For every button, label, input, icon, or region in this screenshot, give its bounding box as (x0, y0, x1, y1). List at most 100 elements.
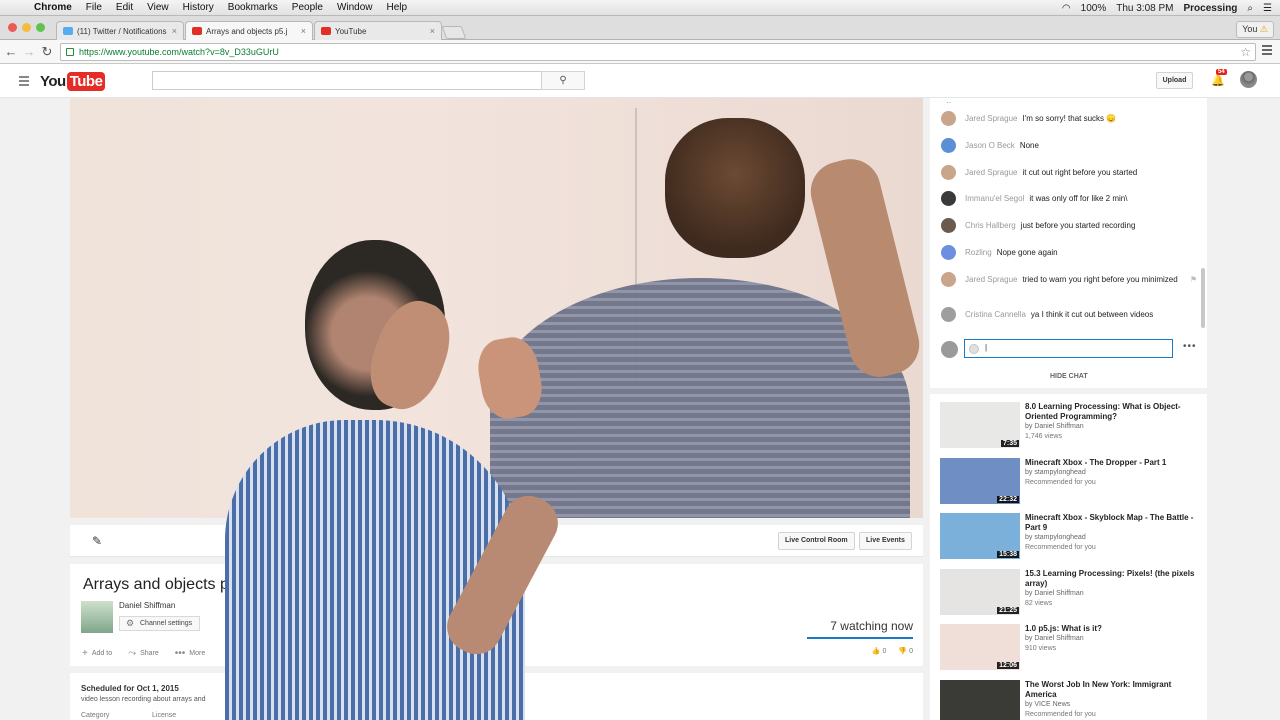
menu-file[interactable]: File (86, 2, 102, 13)
close-window-button[interactable] (8, 23, 17, 32)
tab-arrays-objects[interactable]: Arrays and objects p5.j × (185, 21, 313, 41)
related-video-item[interactable]: The Worst Job In New York: Immigrant Ame… (940, 679, 1203, 720)
chat-author-name[interactable]: Jared Sprague (965, 114, 1017, 123)
chat-author-name[interactable]: Jared Sprague (965, 275, 1017, 284)
notifications-bell-icon[interactable]: 🔔 54 (1211, 69, 1227, 87)
chat-author-avatar[interactable] (941, 272, 956, 287)
live-events-button[interactable]: Live Events (859, 532, 912, 550)
zoom-window-button[interactable] (36, 23, 45, 32)
minimize-window-button[interactable] (22, 23, 31, 32)
chat-author-name[interactable]: Chris Hallberg (965, 221, 1016, 230)
chat-author-name[interactable]: Jared Sprague (965, 168, 1017, 177)
menu-view[interactable]: View (147, 2, 169, 13)
chat-message-body: Jared Sprague tried to warn you right bef… (965, 274, 1178, 287)
edit-pencil-icon[interactable]: ✎ (92, 534, 102, 548)
video-thumbnail[interactable] (940, 679, 1020, 720)
add-to-button[interactable]: + Add to (82, 648, 112, 659)
related-video-channel: by Daniel Shiffman (1025, 423, 1084, 430)
chrome-menu-icon[interactable] (1262, 45, 1272, 57)
video-thumbnail[interactable]: 22:32 (940, 457, 1020, 504)
chat-author-name[interactable]: Cristina Cannella (965, 310, 1026, 319)
search-input[interactable] (152, 71, 542, 90)
clock[interactable]: Thu 3:08 PM (1116, 3, 1173, 14)
share-button[interactable]: ⤳ Share (128, 648, 159, 659)
spotlight-icon[interactable]: ⌕ (1247, 3, 1253, 14)
close-tab-icon[interactable]: × (172, 26, 177, 36)
flag-icon[interactable]: ⚑ (1190, 274, 1197, 285)
related-video-channel: by Daniel Shiffman (1025, 635, 1084, 642)
menu-edit[interactable]: Edit (116, 2, 133, 13)
forward-button[interactable]: → (22, 44, 36, 60)
video-thumbnail[interactable]: 7:35 (940, 402, 1020, 448)
related-video-item[interactable]: 22:32 Minecraft Xbox - The Dropper - Part… (940, 457, 1203, 504)
upload-button[interactable]: Upload (1156, 72, 1193, 89)
menu-history[interactable]: History (183, 2, 214, 13)
new-tab-button[interactable] (441, 26, 467, 39)
chat-more-icon[interactable]: ••• (1183, 341, 1197, 352)
tab-twitter[interactable]: (11) Twitter / Notifications × (56, 21, 184, 40)
thumbs-down-icon: 👎 (898, 648, 908, 655)
address-bar[interactable]: https://www.youtube.com/watch?v=8v_D33uG… (60, 43, 1256, 61)
video-thumbnail[interactable]: 15:38 (940, 513, 1020, 559)
related-video-item[interactable]: 21:25 15.3 Learning Processing: Pixels! (… (940, 568, 1203, 615)
more-button[interactable]: ••• More (175, 648, 205, 659)
related-video-title[interactable]: 15.3 Learning Processing: Pixels! (the p… (1025, 569, 1203, 589)
menu-people[interactable]: People (292, 2, 323, 13)
chat-author-avatar[interactable] (941, 245, 956, 260)
related-video-title[interactable]: 1.0 p5.js: What is it? (1025, 624, 1203, 634)
youtube-header: You Tube ⚲ Upload 🔔 54 (0, 64, 1280, 98)
chat-message-text: just before you started recording (1020, 221, 1136, 230)
channel-settings-button[interactable]: ⚙ Channel settings (119, 616, 201, 631)
related-video-item[interactable]: 12:06 1.0 p5.js: What is it? by Daniel Shi… (940, 624, 1202, 670)
chat-author-avatar[interactable] (941, 165, 956, 180)
search-button[interactable]: ⚲ (541, 71, 585, 90)
reload-button[interactable]: ↻ (40, 44, 54, 60)
related-video-item[interactable]: 7:35 8.0 Learning Processing: What is Obj… (940, 402, 1202, 448)
chat-input[interactable]: | (964, 339, 1173, 358)
youtube-logo[interactable]: You Tube (40, 72, 106, 91)
related-video-title[interactable]: The Worst Job In New York: Immigrant Ame… (1025, 680, 1203, 700)
related-video-item[interactable]: 15:38 Minecraft Xbox - Skyblock Map - The… (940, 513, 1202, 559)
menu-chrome[interactable]: Chrome (34, 2, 72, 13)
plus-icon: + (82, 648, 88, 659)
channel-name[interactable]: Daniel Shiffman (119, 601, 175, 610)
hide-chat-button[interactable]: HIDE CHAT (1050, 373, 1088, 380)
thumbs-up-icon: 👍 (871, 648, 881, 655)
close-tab-icon[interactable]: × (301, 26, 306, 36)
chat-author-avatar[interactable] (941, 138, 956, 153)
related-video-title[interactable]: 8.0 Learning Processing: What is Object-… (1025, 402, 1203, 422)
back-button[interactable]: ← (4, 44, 18, 60)
menu-help[interactable]: Help (387, 2, 408, 13)
chat-message-body: Immanu'el Segol it was only off for like … (965, 193, 1127, 206)
related-video-channel: by Daniel Shiffman (1025, 589, 1084, 597)
chat-author-avatar[interactable] (941, 191, 956, 206)
chat-author-name[interactable]: Jason O Beck (965, 141, 1015, 150)
close-tab-icon[interactable]: × (430, 26, 435, 36)
menu-window[interactable]: Window (337, 2, 373, 13)
chat-author-name[interactable]: Immanu'el Segol (965, 194, 1024, 203)
like-button[interactable]: 👍 0 (872, 647, 887, 655)
channel-avatar[interactable] (81, 601, 113, 633)
related-video-title[interactable]: Minecraft Xbox - Skyblock Map - The Batt… (1025, 513, 1203, 533)
live-control-room-button[interactable]: Live Control Room (778, 532, 855, 550)
account-avatar[interactable] (1240, 71, 1257, 88)
guide-menu-icon[interactable] (19, 76, 29, 88)
video-player[interactable] (70, 98, 923, 518)
video-thumbnail[interactable]: 12:06 (940, 624, 1020, 670)
notification-center-icon[interactable]: ☰ (1263, 3, 1272, 14)
wifi-icon[interactable]: ◠ (1062, 3, 1071, 14)
chat-author-name[interactable]: Rozling (965, 248, 992, 257)
menu-bookmarks[interactable]: Bookmarks (228, 2, 278, 13)
related-video-title[interactable]: Minecraft Xbox - The Dropper - Part 1 (1025, 458, 1203, 468)
dislike-button[interactable]: 👎 0 (898, 647, 913, 655)
bookmark-star-icon[interactable]: ☆ (1240, 45, 1251, 59)
profile-button[interactable]: You ⚠ (1236, 21, 1274, 38)
video-thumbnail[interactable]: 21:25 (940, 568, 1020, 615)
chat-message-text: it cut out right before you started (1022, 168, 1138, 177)
chat-scrollbar[interactable] (1201, 268, 1205, 328)
battery-label[interactable]: 100% (1081, 3, 1107, 14)
chat-author-avatar[interactable] (941, 307, 956, 322)
chat-author-avatar[interactable] (941, 111, 956, 126)
tab-youtube[interactable]: YouTube × (314, 21, 442, 40)
chat-author-avatar[interactable] (941, 218, 956, 233)
